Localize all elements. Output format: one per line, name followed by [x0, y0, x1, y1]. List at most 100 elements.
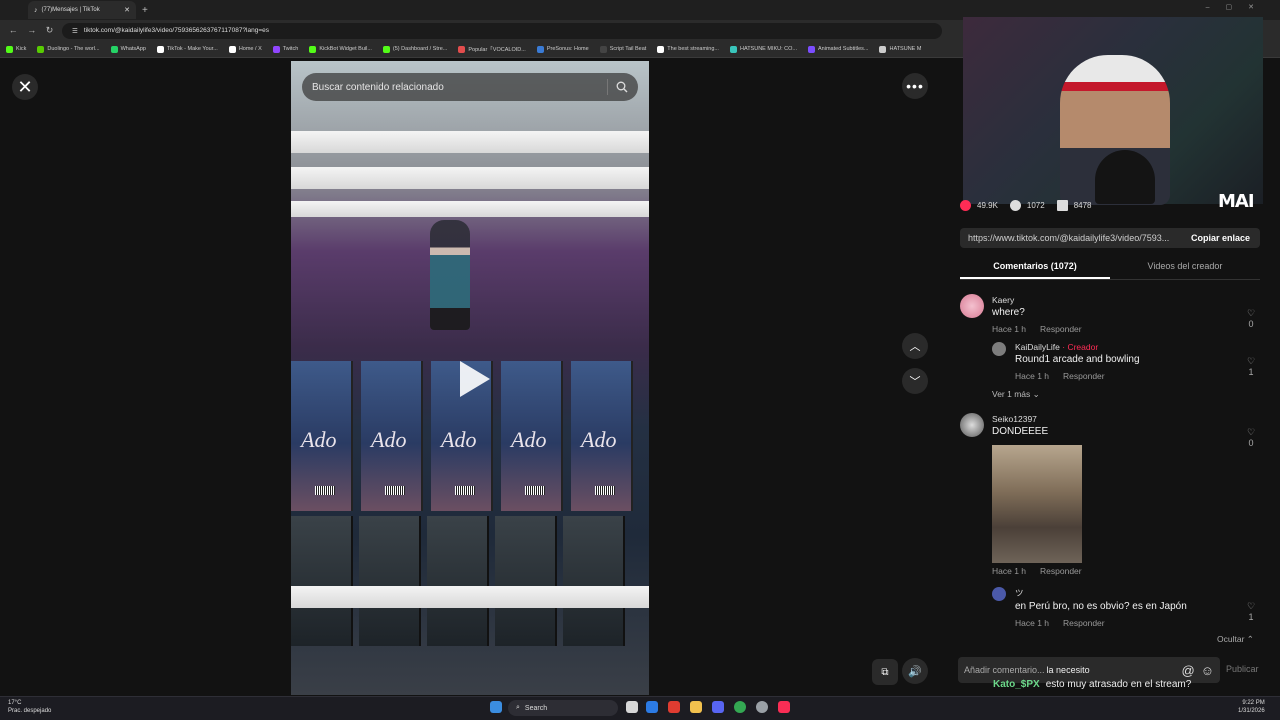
- forward-icon[interactable]: →: [27, 25, 36, 36]
- save-stat[interactable]: 8478: [1056, 200, 1092, 211]
- new-tab-button[interactable]: +: [142, 5, 148, 16]
- volume-icon: 🔊: [908, 665, 922, 678]
- reply-button[interactable]: Responder: [1040, 324, 1082, 334]
- copy-link-button[interactable]: Copiar enlace: [1180, 228, 1260, 248]
- site-info-icon[interactable]: ☰: [72, 27, 78, 35]
- avatar[interactable]: [992, 342, 1006, 356]
- bookmark-label: PreSonus: Home: [546, 46, 589, 52]
- close-tab-icon[interactable]: ✕: [124, 6, 130, 14]
- comment-text: where?: [992, 307, 1025, 318]
- bookmark-label: The best streaming...: [667, 46, 719, 52]
- avatar[interactable]: [992, 587, 1006, 601]
- search-icon[interactable]: [616, 81, 628, 93]
- settings-icon[interactable]: [756, 701, 768, 713]
- more-options-button[interactable]: •••: [902, 73, 928, 99]
- chat-text: esto muy atrasado en el stream?: [1045, 679, 1192, 690]
- close-video-button[interactable]: ✕: [12, 74, 38, 100]
- reply-button[interactable]: Responder: [1063, 618, 1105, 628]
- hide-replies-button[interactable]: Ocultar ⌃: [1217, 634, 1254, 645]
- taskbar-search[interactable]: ⌕ Search: [508, 700, 618, 716]
- bookmark-item[interactable]: (5) Dashboard / Stre...: [382, 45, 447, 53]
- comment-image[interactable]: [992, 445, 1082, 563]
- volume-button[interactable]: 🔊: [902, 658, 928, 684]
- bookmark-item[interactable]: Twitch: [272, 45, 298, 53]
- bookmark-item[interactable]: Duolingo - The worl...: [37, 45, 100, 53]
- reload-icon[interactable]: ↻: [46, 25, 54, 36]
- panel-tabs: Comentarios (1072) Videos del creador: [960, 258, 1260, 280]
- mention-icon[interactable]: @: [1182, 663, 1195, 678]
- floating-player-button[interactable]: ⧉: [872, 659, 898, 685]
- chrome-icon[interactable]: [734, 701, 746, 713]
- system-clock[interactable]: 9:22 PM 1/31/2026: [1238, 699, 1265, 715]
- bookmark-item[interactable]: HATSUNE MIKU: CO...: [729, 45, 798, 53]
- next-video-button[interactable]: ﹀: [902, 368, 928, 394]
- url-field[interactable]: ☰ tiktok.com/@kaidailylife3/video/759365…: [62, 22, 942, 39]
- tab-creator-videos[interactable]: Videos del creador: [1110, 258, 1260, 279]
- weather-condition: Prac. despejado: [8, 708, 52, 714]
- bookmark-label: KickBot Widget Buil...: [319, 46, 372, 52]
- comment-time: Hace 1 h: [1015, 618, 1050, 628]
- bookmark-label: TikTok - Make Your...: [166, 46, 218, 52]
- back-icon[interactable]: ←: [9, 25, 18, 36]
- bookmark-item[interactable]: Popular「VOCALOID...: [458, 45, 526, 53]
- share-link-row: https://www.tiktok.com/@kaidailylife3/vi…: [960, 228, 1260, 248]
- avatar[interactable]: [960, 294, 984, 318]
- bookmark-item[interactable]: PreSonus: Home: [536, 45, 589, 53]
- app-icon[interactable]: [668, 701, 680, 713]
- like-stat[interactable]: 49.9K: [960, 200, 998, 211]
- bookmark-favicon-icon: [808, 45, 816, 53]
- browser-tab[interactable]: ♪ (77)Mensajes | TikTok ✕: [28, 1, 136, 19]
- comment-username[interactable]: Seiko12397: [992, 414, 1048, 424]
- publish-button[interactable]: Publicar: [1226, 664, 1259, 674]
- bookmark-item[interactable]: Home / X: [228, 45, 262, 53]
- bookmark-favicon-icon: [156, 45, 164, 53]
- like-button[interactable]: ♡ 0: [1244, 308, 1258, 329]
- bookmark-label: HATSUNE MIKU: CO...: [739, 46, 798, 52]
- chevron-down-icon: ﹀: [909, 376, 921, 388]
- file-explorer-icon[interactable]: [690, 701, 702, 713]
- comment-stat[interactable]: 1072: [1009, 200, 1045, 211]
- weather-widget[interactable]: 17°C Prac. despejado: [8, 699, 51, 715]
- previous-video-button[interactable]: ︿: [902, 333, 928, 359]
- taskbar-search-label: Search: [524, 704, 548, 712]
- bookmark-item[interactable]: Script Tail Beat: [599, 45, 646, 53]
- bookmark-favicon-icon: [309, 45, 317, 53]
- bookmark-item[interactable]: KickBot Widget Buil...: [309, 45, 372, 53]
- comment-text: Round1 arcade and bowling: [1015, 354, 1140, 365]
- like-button[interactable]: ♡ 0: [1244, 427, 1258, 448]
- view-more-replies[interactable]: Ver 1 más ⌄: [992, 389, 1040, 400]
- window-controls[interactable]: –▢✕: [1206, 3, 1270, 11]
- bookmark-item[interactable]: The best streaming...: [657, 45, 719, 53]
- edge-icon[interactable]: [646, 701, 658, 713]
- tab-comments[interactable]: Comentarios (1072): [960, 258, 1110, 279]
- bookmark-item[interactable]: TikTok - Make Your...: [156, 45, 218, 53]
- like-button[interactable]: ♡ 1: [1244, 601, 1258, 622]
- comment-time: Hace 1 h: [992, 324, 1027, 334]
- related-search-input[interactable]: Buscar contenido relacionado: [302, 73, 638, 101]
- comment-username[interactable]: Kaery: [992, 295, 1082, 305]
- windows-start-icon[interactable]: [490, 701, 502, 713]
- reply-button[interactable]: Responder: [1040, 566, 1082, 576]
- like-button[interactable]: ♡ 1: [1244, 356, 1258, 377]
- comment-username[interactable]: KaiDailyLife: [1015, 342, 1060, 352]
- play-icon[interactable]: [454, 357, 494, 401]
- reply-button[interactable]: Responder: [1063, 371, 1105, 381]
- avatar[interactable]: [960, 413, 984, 437]
- bookmark-favicon-icon: [729, 45, 737, 53]
- comment-username[interactable]: ツ: [1015, 587, 1187, 599]
- task-view-icon[interactable]: [626, 701, 638, 713]
- bookmark-icon: [1056, 200, 1068, 211]
- comment-item: Seiko12397 DONDEEEE: [992, 414, 1048, 437]
- bookmark-item[interactable]: Kick: [6, 45, 26, 53]
- share-link[interactable]: https://www.tiktok.com/@kaidailylife3/vi…: [960, 228, 1181, 248]
- discord-icon[interactable]: [712, 701, 724, 713]
- music-app-icon[interactable]: [778, 701, 790, 713]
- bookmark-item[interactable]: HATSUNE M: [879, 45, 921, 53]
- bookmark-favicon-icon: [228, 45, 236, 53]
- bookmark-label: Duolingo - The worl...: [47, 46, 100, 52]
- bookmark-favicon-icon: [879, 45, 887, 53]
- bookmark-item[interactable]: WhatsApp: [110, 45, 146, 53]
- emoji-icon[interactable]: ☺: [1201, 663, 1214, 678]
- url-text: tiktok.com/@kaidailylife3/video/75936562…: [83, 27, 270, 34]
- bookmark-item[interactable]: Animated Subtitles...: [808, 45, 868, 53]
